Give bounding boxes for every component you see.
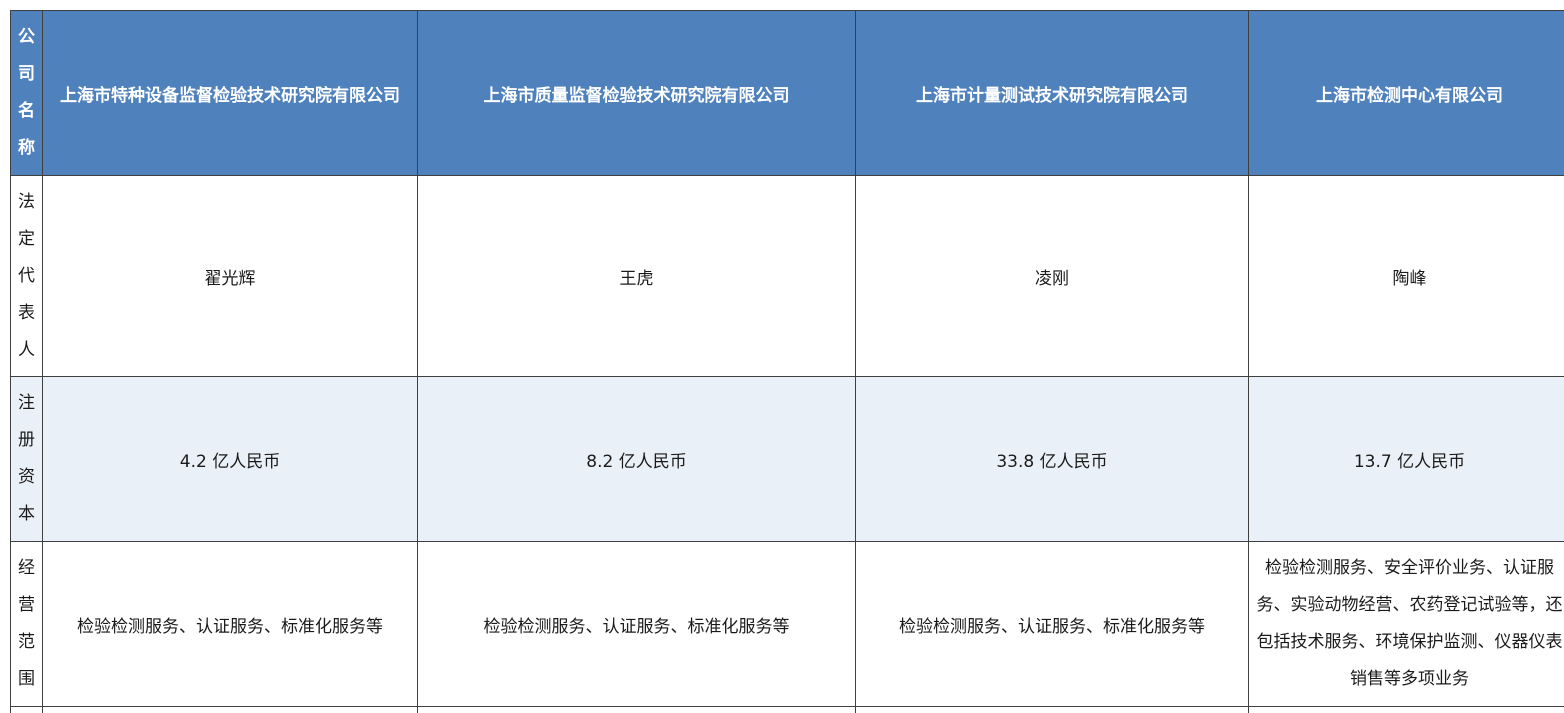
business-scope-value: 检验检测服务、认证服务、标准化服务等 bbox=[855, 541, 1249, 707]
business-scope-value: 检验检测服务、安全评价业务、认证服务、实验动物经营、农药登记试验等，还包括技术服… bbox=[1248, 541, 1564, 707]
registered-capital-value: 8.2 亿人民币 bbox=[417, 376, 856, 542]
empty-cell bbox=[42, 706, 418, 713]
company-name-label: 公司名称 bbox=[18, 27, 35, 158]
registered-capital-value: 13.7 亿人民币 bbox=[1248, 376, 1564, 542]
empty-cell bbox=[10, 706, 43, 713]
legal-representative-row: 法定代表人 翟光辉 王虎 凌刚 陶峰 bbox=[10, 175, 1564, 377]
header-row: 公司名称 上海市特种设备监督检验技术研究院有限公司 上海市质量监督检验技术研究院… bbox=[10, 10, 1564, 176]
legal-representative-label: 法定代表人 bbox=[18, 191, 35, 360]
registered-capital-label-cell: 注册资本 bbox=[10, 376, 43, 542]
legal-representative-value: 陶峰 bbox=[1248, 175, 1564, 377]
company-name-cell: 上海市特种设备监督检验技术研究院有限公司 bbox=[42, 10, 418, 176]
company-name-cell: 上海市质量监督检验技术研究院有限公司 bbox=[417, 10, 856, 176]
legal-representative-value: 王虎 bbox=[417, 175, 856, 377]
comparison-table-container: 公司名称 上海市特种设备监督检验技术研究院有限公司 上海市质量监督检验技术研究院… bbox=[10, 10, 1564, 713]
business-scope-label: 经营范围 bbox=[18, 558, 35, 689]
header-label-cell: 公司名称 bbox=[10, 10, 43, 176]
empty-cell bbox=[417, 706, 856, 713]
next-row-partial bbox=[10, 706, 1564, 713]
legal-representative-value: 翟光辉 bbox=[42, 175, 418, 377]
company-name-cell: 上海市计量测试技术研究院有限公司 bbox=[855, 10, 1249, 176]
empty-cell bbox=[855, 706, 1249, 713]
empty-cell bbox=[1248, 706, 1564, 713]
company-comparison-table: 公司名称 上海市特种设备监督检验技术研究院有限公司 上海市质量监督检验技术研究院… bbox=[10, 10, 1564, 713]
legal-representative-label-cell: 法定代表人 bbox=[10, 175, 43, 377]
business-scope-value: 检验检测服务、认证服务、标准化服务等 bbox=[42, 541, 418, 707]
registered-capital-row: 注册资本 4.2 亿人民币 8.2 亿人民币 33.8 亿人民币 13.7 亿人… bbox=[10, 376, 1564, 542]
legal-representative-value: 凌刚 bbox=[855, 175, 1249, 377]
registered-capital-value: 4.2 亿人民币 bbox=[42, 376, 418, 542]
registered-capital-label: 注册资本 bbox=[18, 393, 35, 524]
business-scope-value: 检验检测服务、认证服务、标准化服务等 bbox=[417, 541, 856, 707]
business-scope-label-cell: 经营范围 bbox=[10, 541, 43, 707]
business-scope-row: 经营范围 检验检测服务、认证服务、标准化服务等 检验检测服务、认证服务、标准化服… bbox=[10, 541, 1564, 707]
company-name-cell: 上海市检测中心有限公司 bbox=[1248, 10, 1564, 176]
registered-capital-value: 33.8 亿人民币 bbox=[855, 376, 1249, 542]
